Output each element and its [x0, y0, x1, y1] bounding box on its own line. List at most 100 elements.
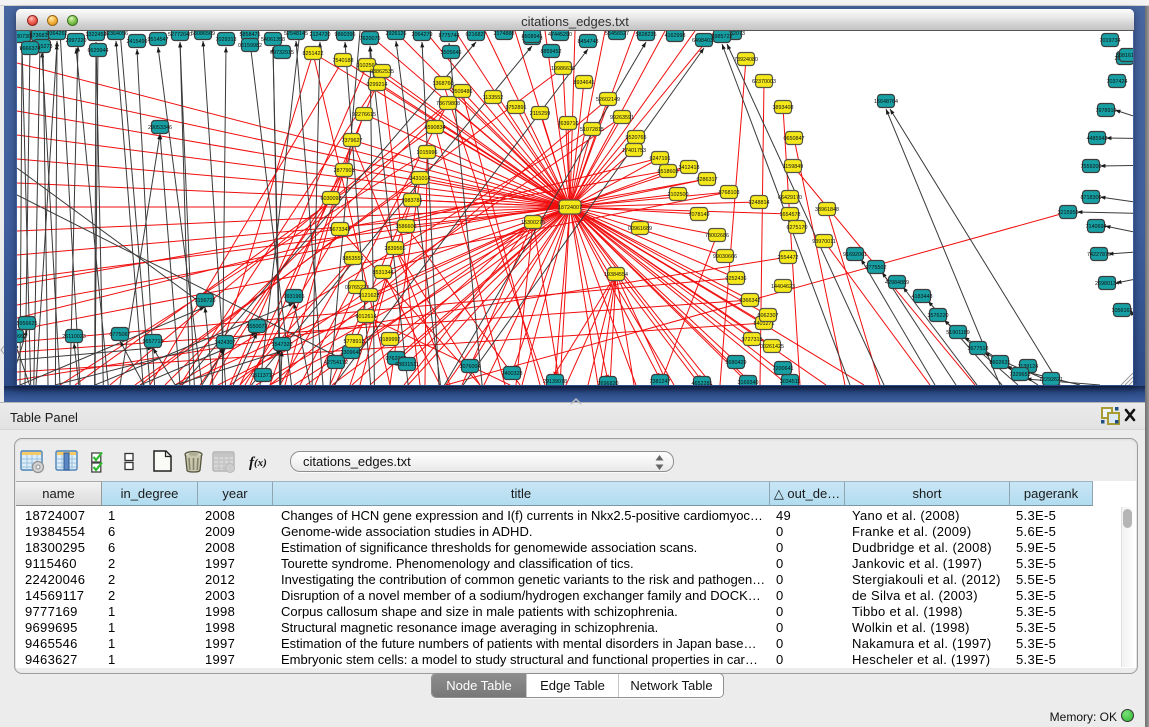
svg-text:7978910: 7978910 — [1096, 108, 1117, 114]
svg-text:03862535: 03862535 — [370, 69, 394, 75]
svg-text:2124720: 2124720 — [310, 32, 331, 38]
svg-text:3505646: 3505646 — [441, 50, 462, 56]
svg-text:78002686: 78002686 — [705, 233, 729, 239]
svg-text:0509486: 0509486 — [452, 89, 473, 95]
svg-text:1159849: 1159849 — [783, 164, 804, 170]
svg-text:7329653: 7329653 — [1010, 372, 1031, 378]
svg-text:1424307: 1424307 — [215, 340, 236, 346]
svg-text:7400328: 7400328 — [502, 371, 523, 377]
svg-text:6247191: 6247191 — [650, 156, 671, 162]
svg-text:7200641: 7200641 — [773, 366, 794, 372]
svg-text:8531344: 8531344 — [373, 270, 394, 276]
svg-text:9514547: 9514547 — [148, 37, 169, 43]
svg-text:4652281: 4652281 — [692, 381, 713, 385]
svg-text:9727315: 9727315 — [742, 337, 763, 343]
svg-text:74227875: 74227875 — [1087, 252, 1111, 258]
svg-text:8718306: 8718306 — [1081, 195, 1102, 201]
svg-text:17401753: 17401753 — [622, 148, 646, 154]
svg-text:0931965: 0931965 — [284, 294, 305, 300]
svg-text:9121623: 9121623 — [359, 293, 380, 299]
svg-text:73924080: 73924080 — [734, 57, 758, 63]
svg-text:7639710: 7639710 — [558, 121, 579, 127]
svg-text:6590834: 6590834 — [425, 125, 446, 131]
svg-text:5680429: 5680429 — [726, 360, 747, 366]
svg-text:00261425: 00261425 — [760, 344, 784, 350]
svg-text:66429170: 66429170 — [778, 195, 802, 201]
svg-text:06159982: 06159982 — [238, 43, 262, 49]
svg-text:6030093: 6030093 — [321, 196, 342, 202]
svg-text:2115259: 2115259 — [530, 111, 551, 117]
svg-text:3215955: 3215955 — [1058, 210, 1079, 216]
svg-text:5858471: 5858471 — [240, 32, 261, 38]
svg-text:2064279: 2064279 — [412, 32, 433, 38]
svg-text:(x): (x) — [254, 457, 267, 469]
svg-text:1547320: 1547320 — [272, 342, 293, 348]
svg-text:95113717: 95113717 — [251, 373, 275, 379]
svg-text:7696820: 7696820 — [598, 381, 619, 385]
svg-text:26980134: 26980134 — [1095, 281, 1119, 287]
svg-text:7620075: 7620075 — [360, 36, 381, 42]
svg-text:63831511: 63831511 — [395, 362, 419, 368]
svg-text:3586606: 3586606 — [396, 224, 417, 230]
svg-text:2415499: 2415499 — [127, 39, 148, 45]
svg-text:93970011: 93970011 — [812, 239, 836, 245]
svg-text:55456527: 55456527 — [605, 31, 629, 37]
svg-text:9860395: 9860395 — [335, 32, 356, 38]
svg-text:3893408: 3893408 — [773, 105, 794, 111]
svg-text:2174888: 2174888 — [494, 31, 515, 37]
svg-text:52548145: 52548145 — [284, 31, 308, 37]
svg-text:7140694: 7140694 — [1086, 224, 1107, 230]
svg-text:14404623: 14404623 — [771, 284, 795, 290]
svg-text:6012614: 6012614 — [356, 314, 377, 320]
svg-text:7078149: 7078149 — [689, 212, 710, 218]
svg-text:4183448: 4183448 — [912, 294, 933, 300]
svg-text:5828235: 5828235 — [636, 32, 657, 38]
svg-text:0252436: 0252436 — [726, 276, 747, 282]
svg-text:1056167: 1056167 — [1112, 308, 1133, 314]
svg-text:69732915: 69732915 — [270, 50, 294, 56]
svg-text:8859452: 8859452 — [541, 49, 562, 55]
svg-text:99263591: 99263591 — [610, 115, 634, 121]
svg-text:6275170: 6275170 — [787, 225, 808, 231]
svg-text:92276615: 92276615 — [352, 112, 376, 118]
svg-text:7559200: 7559200 — [1081, 164, 1102, 170]
svg-text:16648764: 16648764 — [874, 99, 898, 105]
svg-text:46580993: 46580993 — [17, 334, 27, 340]
svg-text:51072815: 51072815 — [580, 127, 604, 133]
svg-text:0299214: 0299214 — [367, 82, 388, 88]
svg-text:5673343: 5673343 — [330, 227, 351, 233]
svg-text:6286317: 6286317 — [697, 177, 718, 183]
svg-text:5550077: 5550077 — [247, 324, 268, 330]
svg-text:6062307: 6062307 — [758, 313, 779, 319]
svg-text:8251422: 8251422 — [303, 51, 324, 57]
svg-text:7029313: 7029313 — [216, 37, 237, 43]
svg-text:19384554: 19384554 — [604, 272, 628, 278]
svg-text:78679808: 78679808 — [436, 101, 460, 107]
svg-text:54061358: 54061358 — [261, 37, 285, 43]
svg-text:8508941: 8508941 — [522, 34, 543, 40]
svg-text:91692061: 91692061 — [843, 252, 867, 258]
svg-text:1015996: 1015996 — [417, 150, 438, 156]
svg-text:8853553: 8853553 — [343, 256, 364, 262]
svg-text:51901189: 51901189 — [946, 330, 970, 336]
svg-text:8768103: 8768103 — [719, 190, 740, 196]
svg-text:7019734: 7019734 — [1100, 38, 1121, 44]
svg-text:9657713: 9657713 — [143, 339, 164, 345]
svg-text:3076004: 3076004 — [460, 364, 481, 370]
svg-text:62370003: 62370003 — [752, 79, 776, 85]
svg-text:52602149: 52602149 — [596, 97, 620, 103]
svg-text:9983781: 9983781 — [402, 198, 423, 204]
svg-text:42754172: 42754172 — [324, 360, 348, 366]
svg-text:47445290: 47445290 — [548, 32, 572, 38]
svg-text:3248814: 3248814 — [749, 200, 770, 206]
svg-text:2156728: 2156728 — [195, 298, 216, 304]
svg-text:99030666: 99030666 — [713, 254, 737, 260]
svg-text:8775744: 8775744 — [439, 33, 460, 39]
svg-text:2926126: 2926126 — [386, 31, 407, 37]
svg-text:1368760: 1368760 — [433, 81, 454, 87]
svg-text:4162998: 4162998 — [665, 33, 686, 39]
svg-text:6629944: 6629944 — [88, 48, 109, 54]
svg-text:2997220: 2997220 — [66, 38, 87, 44]
svg-text:5778913: 5778913 — [344, 339, 365, 345]
svg-text:29139078: 29139078 — [543, 379, 567, 385]
